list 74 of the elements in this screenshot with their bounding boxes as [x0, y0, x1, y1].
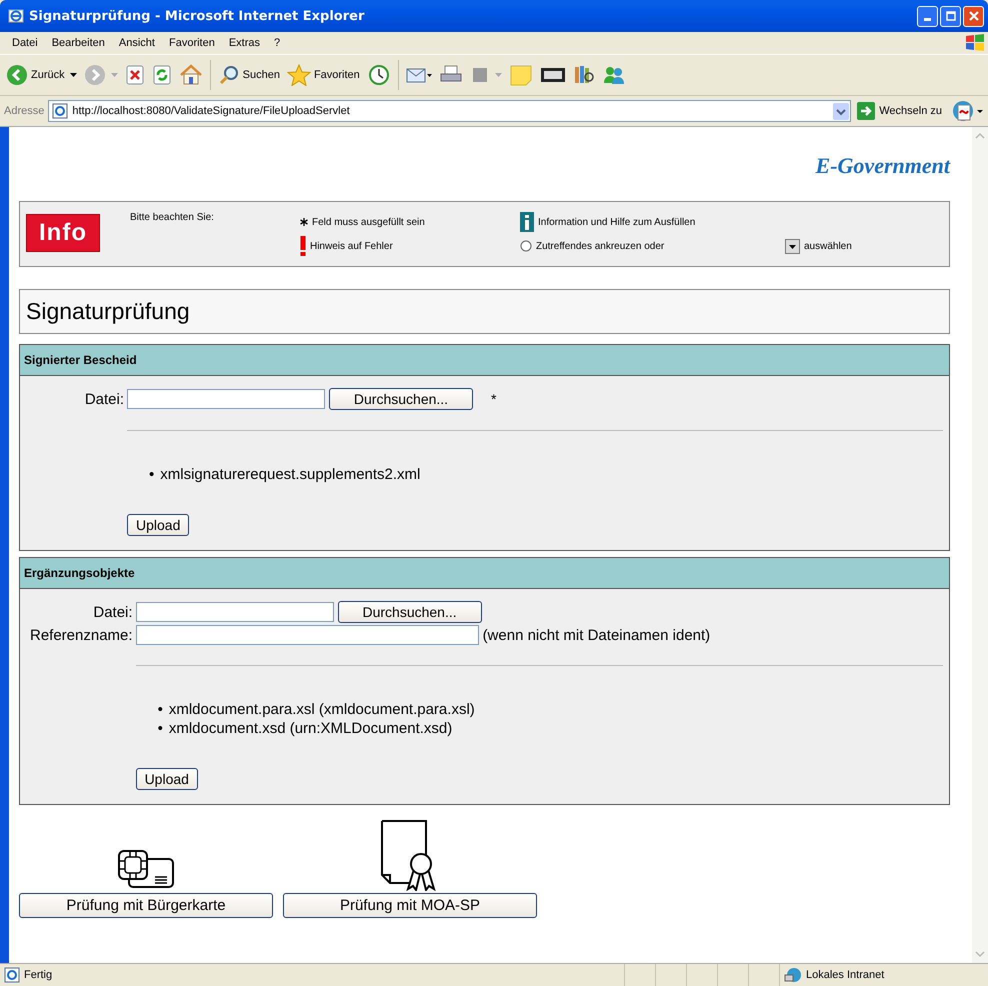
menu-item[interactable]: Extras: [222, 37, 266, 49]
field-note: (wenn nicht mit Dateinamen ident): [482, 626, 710, 644]
file-name: xmlsignaturerequest.supplements2.xml: [160, 465, 420, 484]
asterisk-icon: [300, 218, 308, 226]
verify-button[interactable]: Prüfung mit MOA-SP: [283, 893, 537, 918]
status-text: Fertig: [24, 969, 52, 981]
legend-text: Hinweis auf Fehler: [310, 240, 393, 252]
section-header: Ergänzungsobjekte: [20, 558, 949, 589]
field-label: Datei:: [84, 390, 124, 408]
exclamation-icon: [300, 236, 306, 256]
dropdown-arrow-icon[interactable]: [70, 73, 77, 77]
verify-button[interactable]: Prüfung mit Bürgerkarte: [19, 893, 273, 918]
section-header: Signierter Bescheid: [20, 345, 949, 376]
home-icon[interactable]: [178, 64, 203, 86]
page-icon: [52, 103, 68, 119]
refresh-icon[interactable]: [152, 64, 172, 86]
upload-button[interactable]: Upload: [127, 514, 190, 536]
file-path-field[interactable]: [127, 389, 325, 409]
minimize-icon: [924, 18, 931, 20]
page-heading: Signaturprüfung: [19, 289, 950, 334]
go-button[interactable]: Wechseln zu: [855, 102, 948, 120]
field-label: Referenzname:: [30, 626, 133, 644]
address-label: Adresse: [4, 105, 44, 117]
legend-text: auswählen: [804, 240, 852, 252]
page-icon: [4, 967, 20, 983]
required-mark: *: [491, 391, 496, 407]
star-icon: [286, 64, 311, 86]
legend-text: Feld muss ausgefüllt sein: [312, 216, 425, 228]
books-icon[interactable]: [572, 64, 595, 86]
close-icon: [968, 10, 980, 22]
menu-item[interactable]: Favoriten: [162, 37, 221, 49]
bullet: •: [158, 719, 163, 738]
menu-item[interactable]: ?: [268, 37, 286, 49]
reference-name-field[interactable]: [136, 625, 479, 645]
close-button[interactable]: [963, 6, 984, 26]
info-intro: Bitte beachten Sie:: [130, 212, 215, 223]
bullet: •: [149, 465, 154, 484]
file-path-field[interactable]: [136, 602, 334, 622]
dropdown-icon[interactable]: [833, 102, 850, 120]
back-button[interactable]: Zurück: [6, 64, 65, 86]
windows-logo-icon: [964, 33, 986, 53]
upload-button[interactable]: Upload: [136, 768, 198, 790]
brand-title: E-Government: [816, 153, 950, 179]
address-field[interactable]: http://localhost:8080/ValidateSignature/FileUploadServlet: [48, 100, 852, 122]
radio-icon: [520, 240, 532, 252]
file-name: xmldocument.xsd (urn:XMLDocument.xsd): [168, 719, 452, 738]
browser-icon: [8, 8, 24, 24]
field-label: Datei:: [92, 604, 133, 620]
menu-item[interactable]: Ansicht: [112, 37, 161, 49]
bullet: •: [158, 700, 163, 719]
legend-text: Information und Hilfe zum Ausfüllen: [538, 216, 696, 228]
minimize-button[interactable]: [917, 6, 938, 26]
stop-icon[interactable]: [124, 64, 145, 86]
browse-button[interactable]: Durchsuchen...: [338, 601, 482, 623]
menu-item[interactable]: Datei: [6, 37, 44, 49]
smart-card-icon: [117, 849, 175, 891]
browse-button[interactable]: Durchsuchen...: [329, 388, 473, 410]
menu-item[interactable]: Bearbeiten: [46, 37, 111, 49]
window-title: Signaturprüfung - Microsoft Internet Explorer: [29, 8, 364, 24]
intranet-icon: [784, 967, 802, 983]
maximize-icon: [946, 11, 956, 21]
people-icon[interactable]: [602, 64, 626, 86]
history-icon[interactable]: [366, 64, 391, 86]
dropdown-icon: [784, 238, 800, 254]
search-icon: [218, 64, 240, 86]
file-name: xmldocument.para.xsl (xmldocument.para.xsl): [168, 700, 475, 719]
zone-text: Lokales Intranet: [806, 969, 884, 981]
info-icon: [520, 212, 534, 232]
favorites-button[interactable]: Favoriten: [286, 64, 360, 86]
pdf-icon[interactable]: [952, 100, 984, 122]
info-badge: Info: [26, 214, 100, 252]
legend-text: Zutreffendes ankreuzen oder: [536, 240, 664, 252]
search-button[interactable]: Suchen: [218, 64, 280, 86]
maximize-button[interactable]: [940, 6, 961, 26]
